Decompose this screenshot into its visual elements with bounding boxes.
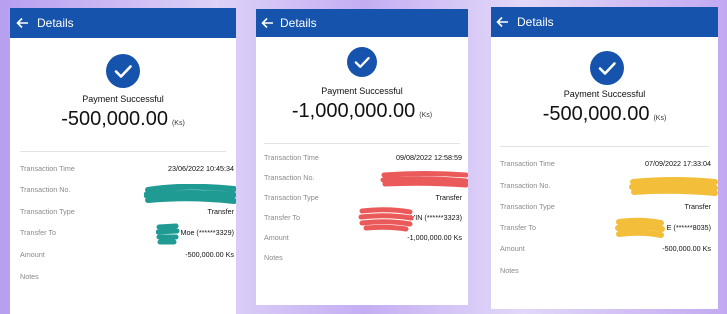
row-notes: Notes [20,272,39,281]
row-transaction-time: Transaction Time 23/06/2022 10:45:34 [20,164,234,173]
row-transaction-time: Transaction Time 09/08/2022 12:58:59 [264,153,462,162]
amount-value: -500,000.00 [542,103,650,125]
row-transaction-type: Transaction Type Transfer [500,202,711,211]
arrow-left-icon[interactable] [16,17,29,29]
row-notes: Notes [500,266,519,275]
redaction-scribble [629,177,718,196]
divider [20,151,226,152]
row-amount: Amount -500,000.00 Ks [500,244,711,253]
payment-amount: -500,000.00 (Ks) [491,103,718,126]
redaction-scribble [380,171,468,188]
payment-details-screen-3: Details Payment Successful -500,000.00 (K… [491,7,718,309]
redaction-scribble [615,217,665,238]
header-bar: Details [491,7,718,37]
arrow-left-icon[interactable] [496,16,509,28]
payment-status: Payment Successful [321,86,403,96]
row-amount: Amount -1,000,000.00 Ks [264,233,462,242]
redaction-scribble [144,184,236,204]
payment-details-screen-1: Details Payment Successful -500,000.00 (K… [10,8,236,314]
payment-amount: -1,000,000.00 (Ks) [256,100,468,123]
row-transaction-type: Transaction Type Transfer [264,193,462,202]
row-amount: Amount -500,000.00 Ks [20,250,234,259]
row-transfer-to: Transfer To E (******8035) [500,223,711,232]
divider [264,143,460,144]
redaction-scribble [156,223,180,245]
row-transaction-time: Transaction Time 07/09/2022 17:33:04 [500,159,711,168]
payment-details-screen-2: Details Payment Successful -1,000,000.00… [256,9,468,305]
divider [500,146,709,147]
row-transaction-type: Transaction Type Transfer [20,207,234,216]
arrow-left-icon[interactable] [261,17,274,29]
row-notes: Notes [264,253,283,262]
redaction-scribble [358,207,414,232]
payment-amount: -500,000.00 (Ks) [10,108,236,131]
header-bar: Details [256,9,468,37]
amount-value: -1,000,000.00 [291,100,416,122]
header-title: Details [37,16,74,30]
currency-label: (Ks) [419,112,433,119]
currency-label: (Ks) [653,115,667,122]
row-transfer-to: Transfer To Moe (******3329) [20,228,234,237]
header-title: Details [280,16,317,30]
amount-value: -500,000.00 [61,108,168,130]
payment-status: Payment Successful [563,89,646,99]
header-title: Details [517,15,554,29]
header-bar: Details [10,8,236,38]
check-circle-icon [347,47,377,77]
payment-status: Payment Successful [82,94,164,104]
currency-label: (Ks) [171,120,185,127]
check-circle-icon [590,51,624,85]
check-circle-icon [106,54,140,88]
